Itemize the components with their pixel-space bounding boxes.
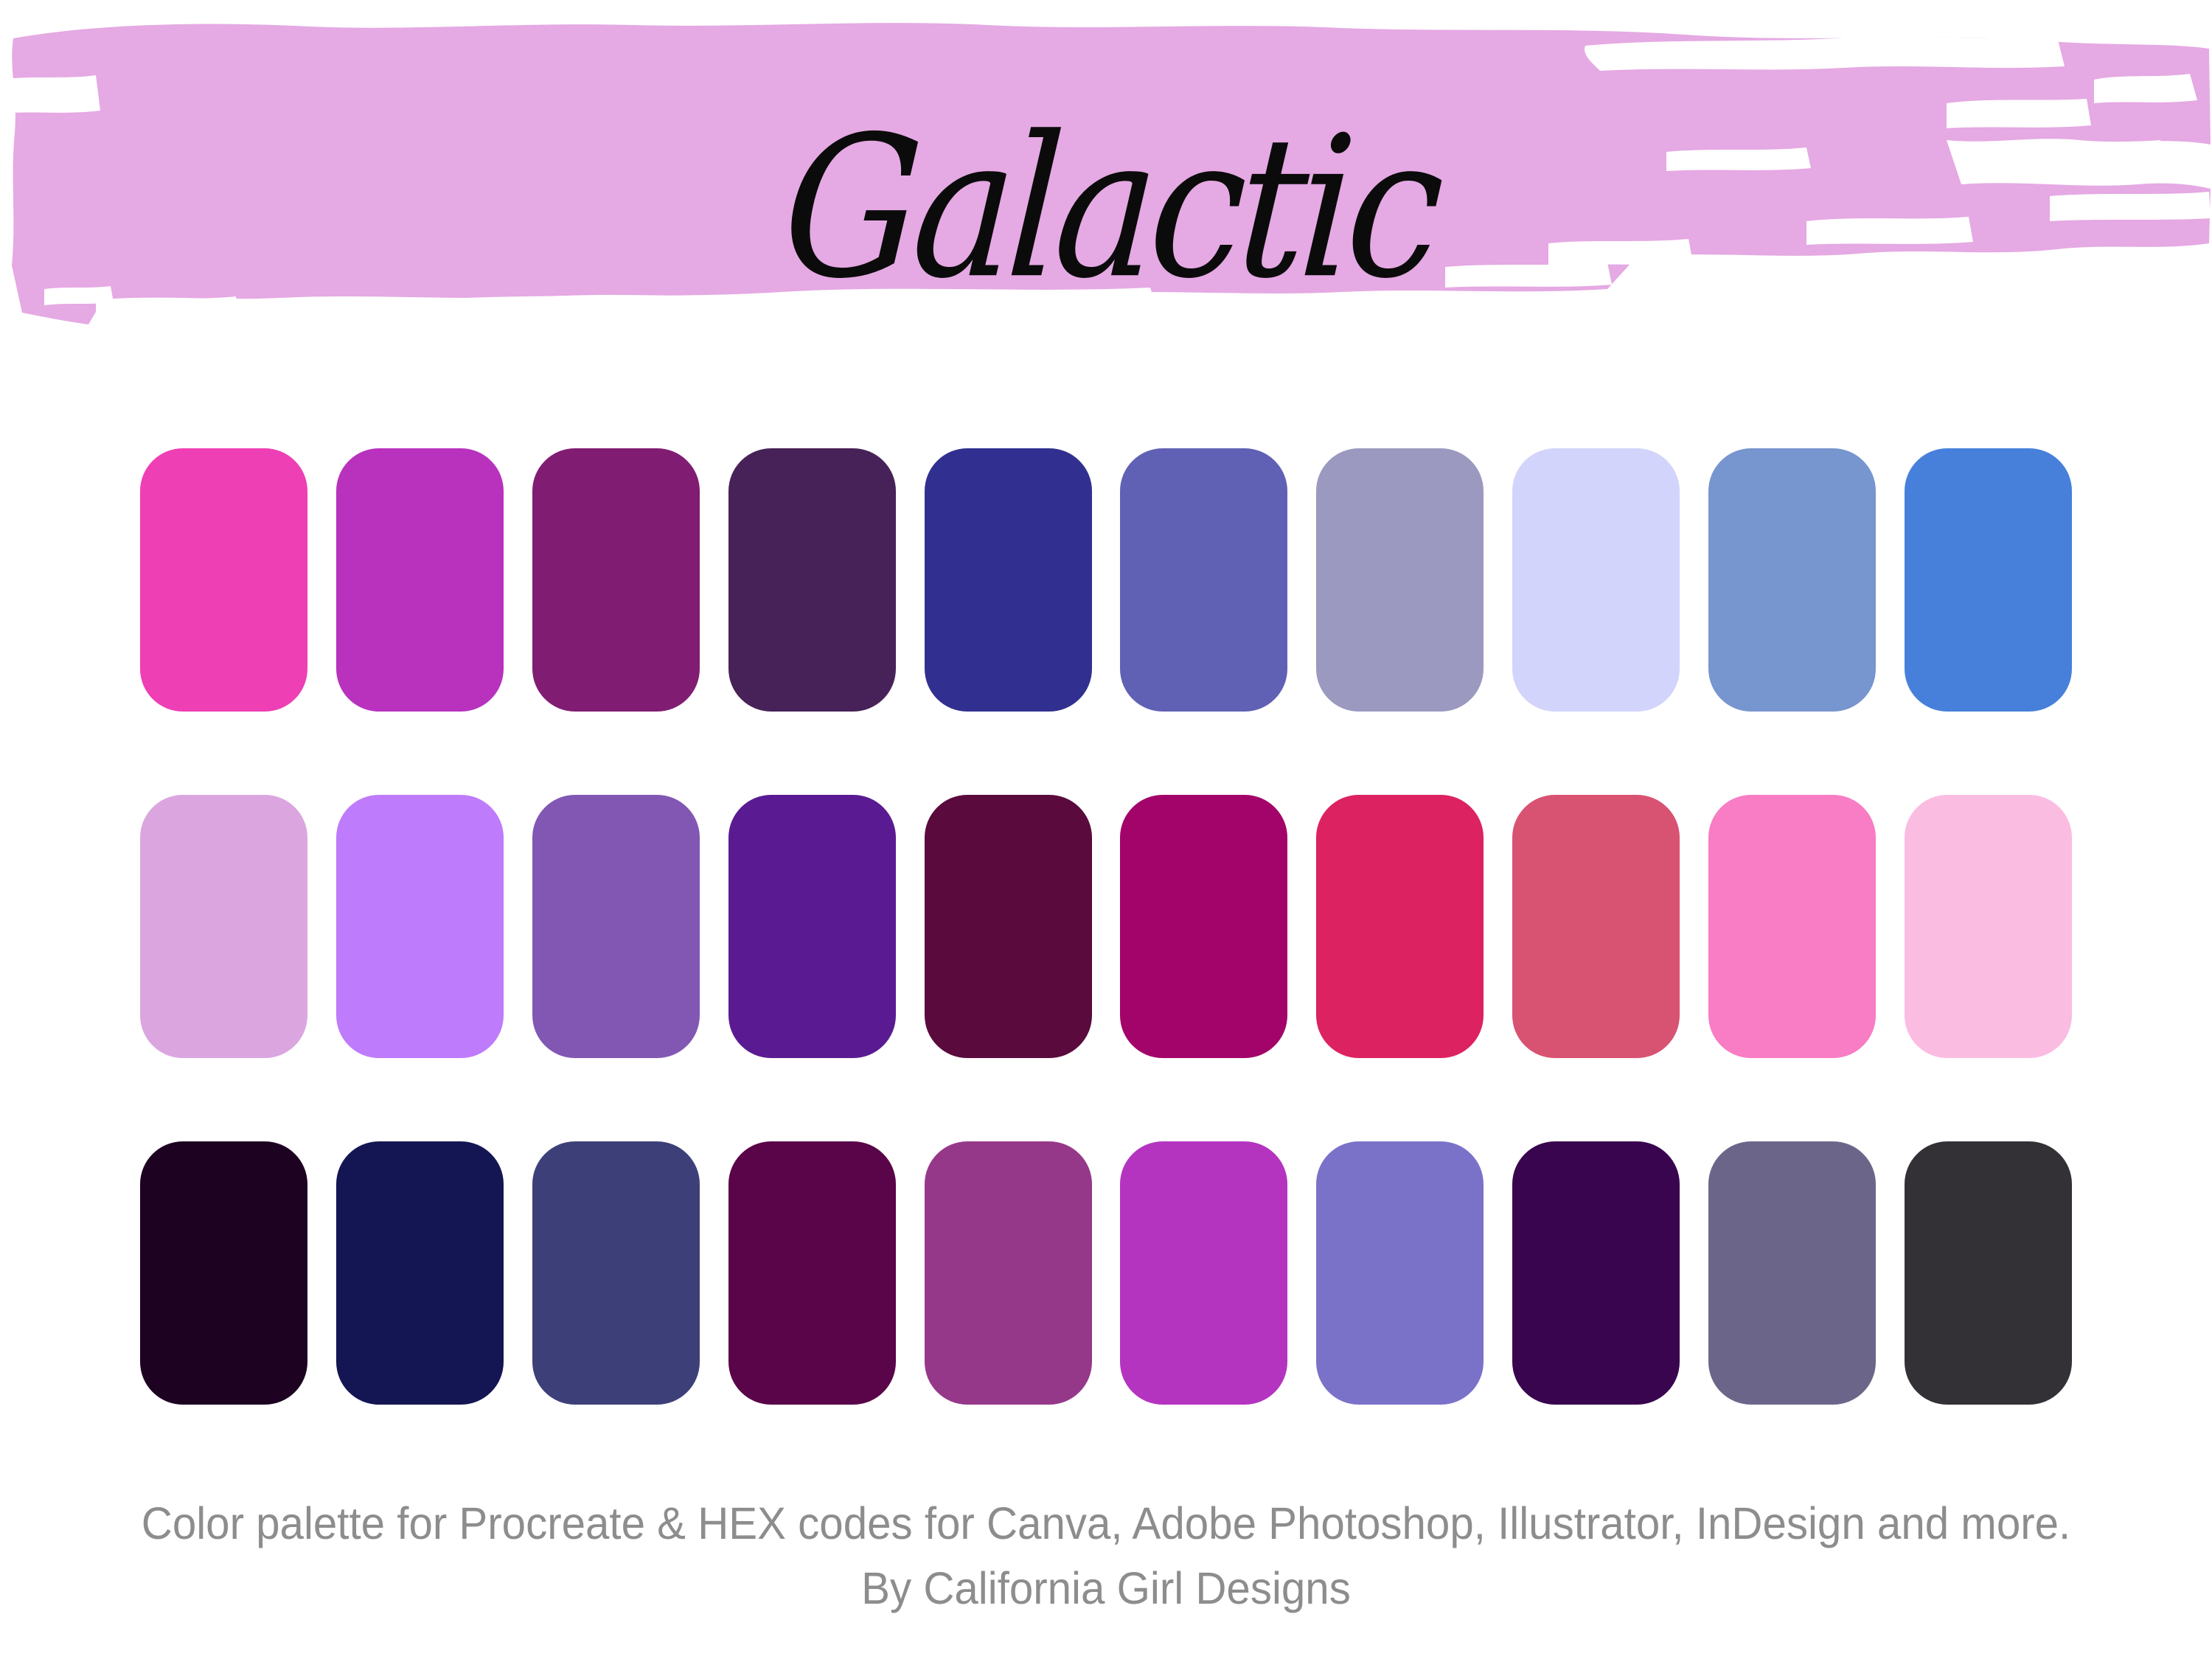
palette-row-2 bbox=[140, 795, 2072, 1058]
color-swatch-dark-purple[interactable] bbox=[728, 448, 896, 712]
header-banner: Galactic bbox=[0, 0, 2212, 398]
palette-row-1 bbox=[140, 448, 2072, 712]
palette-row-3 bbox=[140, 1141, 2072, 1405]
color-swatch-dark-plum[interactable] bbox=[728, 1141, 896, 1405]
footer-credits: Color palette for Procreate & HEX codes … bbox=[0, 1491, 2212, 1621]
color-swatch-light-orchid[interactable] bbox=[140, 795, 307, 1058]
color-swatch-deep-indigo-blue[interactable] bbox=[924, 448, 1092, 712]
page-title: Galactic bbox=[777, 94, 1444, 321]
color-swatch-bright-lavender[interactable] bbox=[335, 795, 504, 1058]
color-swatch-medium-blue-violet[interactable] bbox=[1120, 448, 1288, 712]
color-swatch-periwinkle-violet[interactable] bbox=[1316, 1141, 1484, 1405]
color-swatch-dark-wine-purple[interactable] bbox=[924, 795, 1092, 1058]
color-swatch-magenta-purple[interactable] bbox=[335, 448, 504, 712]
color-swatch-pale-pink[interactable] bbox=[1904, 795, 2072, 1058]
color-swatch-bubblegum-pink[interactable] bbox=[1708, 795, 1876, 1058]
color-swatch-muted-lavender-gray[interactable] bbox=[1316, 448, 1484, 712]
palette-title-container: Galactic bbox=[0, 0, 2212, 398]
color-swatch-pale-periwinkle[interactable] bbox=[1512, 448, 1680, 712]
color-swatch-gray-purple[interactable] bbox=[1708, 1141, 1876, 1405]
color-swatch-charcoal[interactable] bbox=[1904, 1141, 2072, 1405]
color-swatch-near-black-purple[interactable] bbox=[140, 1141, 307, 1405]
color-swatch-slate-blue[interactable] bbox=[532, 1141, 700, 1405]
color-swatch-bright-azure-blue[interactable] bbox=[1904, 448, 2072, 712]
color-swatch-deep-violet[interactable] bbox=[728, 795, 896, 1058]
color-swatch-hot-pink[interactable] bbox=[140, 448, 307, 712]
color-swatch-dusty-rose[interactable] bbox=[1512, 795, 1680, 1058]
color-swatch-deep-indigo-violet[interactable] bbox=[1512, 1141, 1680, 1405]
color-swatch-plum[interactable] bbox=[532, 448, 700, 712]
footer-description-line: Color palette for Procreate & HEX codes … bbox=[141, 1498, 2071, 1548]
color-swatch-crimson-pink[interactable] bbox=[1316, 795, 1484, 1058]
color-swatch-dark-navy[interactable] bbox=[335, 1141, 504, 1405]
color-swatch-orchid-purple[interactable] bbox=[924, 1141, 1092, 1405]
footer-author-line: By California Girl Designs bbox=[861, 1563, 1351, 1613]
color-swatch-vivid-purple[interactable] bbox=[1120, 1141, 1288, 1405]
color-palette-grid bbox=[140, 448, 2072, 1405]
color-swatch-deep-magenta[interactable] bbox=[1120, 795, 1288, 1058]
color-swatch-steel-blue[interactable] bbox=[1708, 448, 1876, 712]
color-swatch-medium-purple[interactable] bbox=[532, 795, 700, 1058]
